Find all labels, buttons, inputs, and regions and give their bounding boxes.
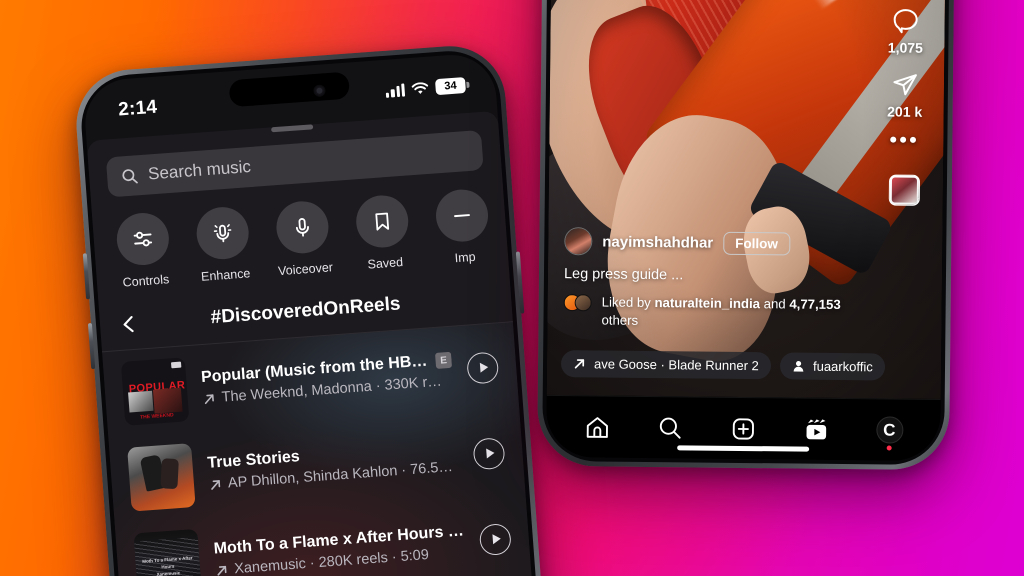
wifi-icon xyxy=(411,81,429,94)
tool-label: Controls xyxy=(122,272,170,290)
tool-controls[interactable]: Controls xyxy=(112,211,175,290)
notification-dot xyxy=(886,445,892,451)
avatar[interactable] xyxy=(564,227,593,256)
status-indicators: 34 xyxy=(385,77,467,99)
bookmark-icon xyxy=(375,212,390,231)
more-options-icon: ••• xyxy=(889,128,920,152)
profile-avatar-letter: C xyxy=(883,420,896,440)
mic-sparkle-icon xyxy=(213,224,232,243)
reels-icon xyxy=(806,418,826,439)
tool-voiceover[interactable]: Voiceover xyxy=(272,199,335,278)
arrow-up-right-icon xyxy=(211,479,221,490)
cellular-bars-icon xyxy=(385,82,406,98)
left-phone: 2:14 34 Search music Controls Enhance Vo… xyxy=(72,42,550,576)
liked-count: 4,77,153 xyxy=(789,296,841,313)
track-list: POPULAR THE WEEKND Popular (Music from t… xyxy=(102,322,538,576)
liked-suffix: others xyxy=(601,312,639,329)
dynamic-island xyxy=(228,71,351,108)
status-time: 2:14 xyxy=(117,96,158,121)
album-art: Moth To a Flame x After Hours Xanemusic xyxy=(133,528,202,576)
tagged-account-pill[interactable]: fuaarkoffic xyxy=(779,352,885,381)
tool-import[interactable]: Imp xyxy=(431,187,494,267)
more-options-button[interactable]: ••• xyxy=(889,128,920,152)
comment-count: 1,075 xyxy=(887,39,923,56)
nav-home-button[interactable] xyxy=(584,414,610,440)
play-icon[interactable] xyxy=(466,350,500,385)
battery-percent: 34 xyxy=(443,79,458,93)
nav-create-button[interactable] xyxy=(730,415,756,441)
tool-label: Voiceover xyxy=(277,260,334,279)
audio-pill-row: ave Goose · Blade Runner 20 fuaarkoffic xyxy=(547,350,941,381)
search-icon xyxy=(122,168,138,183)
post-user-row: nayimshahdhar Follow xyxy=(564,227,854,258)
caption-text[interactable]: Leg press guide ... xyxy=(564,266,854,285)
import-icon xyxy=(454,214,470,218)
home-icon xyxy=(586,416,608,438)
music-note-icon: ♫ xyxy=(912,192,920,206)
nav-reels-button[interactable] xyxy=(803,416,829,442)
nav-profile-button[interactable]: C xyxy=(875,416,904,451)
liked-and: and xyxy=(763,296,786,312)
tagged-account-label: fuaarkoffic xyxy=(812,358,873,375)
person-icon xyxy=(793,360,804,372)
username[interactable]: nayimshahdhar xyxy=(602,233,713,251)
album-art: POPULAR THE WEEKND xyxy=(120,357,190,426)
sliders-icon xyxy=(133,231,153,247)
arrow-up-right-icon xyxy=(217,565,227,576)
liked-by-avatars xyxy=(563,294,594,312)
action-rail: 477 k 1,075 201 k ••• xyxy=(875,0,936,206)
bottom-nav-bar: C xyxy=(546,394,941,462)
follow-button[interactable]: Follow xyxy=(723,231,791,256)
sheet-grabber[interactable] xyxy=(271,124,314,133)
reel-video[interactable]: 477 k 1,075 201 k ••• xyxy=(546,0,946,400)
microphone-icon xyxy=(295,218,309,237)
search-icon xyxy=(659,417,681,439)
plus-square-icon xyxy=(732,417,754,440)
tool-label: Enhance xyxy=(200,266,251,284)
share-icon xyxy=(893,74,917,96)
explicit-badge: E xyxy=(434,351,453,369)
audio-pill-label: ave Goose · Blade Runner 20 xyxy=(593,356,760,374)
right-phone-screen: 477 k 1,075 201 k ••• xyxy=(546,0,946,462)
liked-username: naturaltein_india xyxy=(654,295,761,312)
track-title: True Stories xyxy=(206,448,301,472)
chevron-left-icon xyxy=(123,316,134,333)
comment-icon xyxy=(893,9,918,34)
tool-saved[interactable]: Saved xyxy=(351,193,414,272)
comment-button[interactable]: 1,075 xyxy=(887,6,924,56)
album-art xyxy=(127,443,196,512)
post-caption-block: nayimshahdhar Follow Leg press guide ...… xyxy=(547,227,870,332)
tool-enhance[interactable]: Enhance xyxy=(192,205,255,284)
profile-avatar: C xyxy=(875,416,904,451)
liked-by-row[interactable]: Liked by naturaltein_india and 4,77,153 … xyxy=(563,293,853,332)
battery-icon: 34 xyxy=(434,77,467,96)
left-phone-screen: 2:14 34 Search music Controls Enhance Vo… xyxy=(82,51,541,576)
liked-prefix: Liked by xyxy=(601,294,651,311)
back-button[interactable] xyxy=(117,312,145,336)
tool-label: Imp xyxy=(454,249,476,266)
right-phone: 477 k 1,075 201 k ••• xyxy=(536,0,956,471)
audio-pill[interactable]: ave Goose · Blade Runner 20 xyxy=(560,350,772,380)
arrow-up-right-icon xyxy=(204,393,214,404)
music-sheet: Controls Enhance xyxy=(86,110,541,576)
play-icon[interactable] xyxy=(478,522,512,556)
audio-thumbnail[interactable]: ♫ xyxy=(888,174,920,206)
play-icon[interactable] xyxy=(472,436,506,470)
audio-arrow-icon xyxy=(574,359,585,369)
tool-label: Saved xyxy=(367,255,404,272)
nav-search-button[interactable] xyxy=(657,415,683,441)
liked-by-text: Liked by naturaltein_india and 4,77,153 … xyxy=(601,294,853,332)
share-button[interactable]: 201 k xyxy=(887,70,923,120)
share-count: 201 k xyxy=(887,103,923,120)
